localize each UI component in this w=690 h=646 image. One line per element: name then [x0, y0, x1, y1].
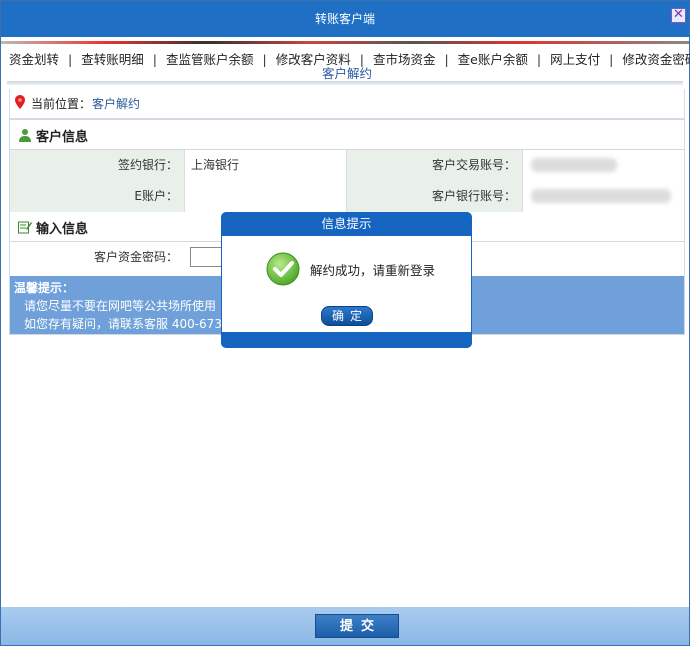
e-account-label: E账户：	[10, 181, 184, 212]
nav-separator: |	[262, 52, 267, 67]
nav-item-online-payment[interactable]: 网上支付	[550, 49, 600, 68]
nav-separator: |	[152, 52, 157, 67]
title-bar: 转账客户端 ✕	[1, 1, 689, 37]
nav-separator: |	[536, 52, 542, 67]
nav-separator: |	[444, 52, 449, 67]
dialog-message: 解约成功，请重新登录	[310, 263, 436, 278]
tips-line: 请您尽量不要在网吧等公共场所使用	[24, 299, 217, 313]
nav-item-fund-transfer[interactable]: 资金划转	[9, 49, 59, 68]
nav-item-cancel-contract[interactable]: 客户解约	[322, 63, 372, 82]
nav-item-supervised-balance[interactable]: 查监管账户余额	[166, 49, 254, 68]
password-label: 客户资金密码：	[10, 242, 184, 273]
customer-info-header: 客户信息	[10, 120, 684, 150]
nav-separator: |	[609, 52, 614, 67]
info-row: 签约银行： 上海银行 客户交易账号：	[10, 150, 684, 181]
dialog-body: 解约成功，请重新登录 确定	[222, 236, 471, 332]
customer-info-title: 客户信息	[36, 130, 89, 145]
e-account-value	[185, 181, 346, 212]
window-title: 转账客户端	[314, 12, 375, 26]
breadcrumb-current[interactable]: 客户解约	[92, 95, 140, 112]
close-icon[interactable]: ✕	[671, 8, 686, 23]
ok-button[interactable]: 确定	[321, 306, 373, 326]
nav-item-market-funds[interactable]: 查市场资金	[373, 49, 436, 68]
user-icon	[19, 129, 31, 142]
info-row: E账户： 客户银行账号：	[10, 181, 684, 212]
nav-separator: |	[68, 52, 73, 67]
nav-item-change-fund-password[interactable]: 修改资金密码	[622, 49, 690, 68]
info-dialog: 信息提示 解约成功，请重新登录 确定	[221, 212, 472, 348]
nav-divider-bottom	[7, 81, 683, 85]
bank-label: 签约银行：	[10, 150, 184, 181]
redacted-value	[531, 189, 671, 203]
tips-title: 温馨提示：	[14, 281, 75, 295]
input-info-title: 输入信息	[36, 222, 89, 237]
trade-account-value	[523, 150, 684, 181]
location-pin-icon	[15, 95, 25, 109]
trade-account-label: 客户交易账号：	[347, 150, 522, 181]
tips-line: 如您存有疑问，请联系客服 400-673-3	[24, 317, 234, 331]
footer-bar: 提交	[1, 607, 689, 645]
dialog-title: 信息提示	[321, 216, 372, 231]
redacted-value	[531, 158, 617, 172]
nav-divider-top	[1, 41, 689, 44]
bank-value: 上海银行	[185, 150, 346, 181]
nav-item-transfer-details[interactable]: 查转账明细	[81, 49, 144, 68]
breadcrumb-label: 当前位置：	[31, 97, 92, 111]
edit-icon	[18, 221, 32, 234]
nav-item-e-account-balance[interactable]: 查e账户余额	[458, 49, 528, 68]
submit-button[interactable]: 提交	[315, 614, 399, 638]
breadcrumb: 当前位置： 客户解约	[9, 89, 685, 119]
bank-account-value	[523, 181, 684, 212]
bank-account-label: 客户银行账号：	[347, 181, 522, 212]
success-check-icon	[266, 252, 300, 286]
